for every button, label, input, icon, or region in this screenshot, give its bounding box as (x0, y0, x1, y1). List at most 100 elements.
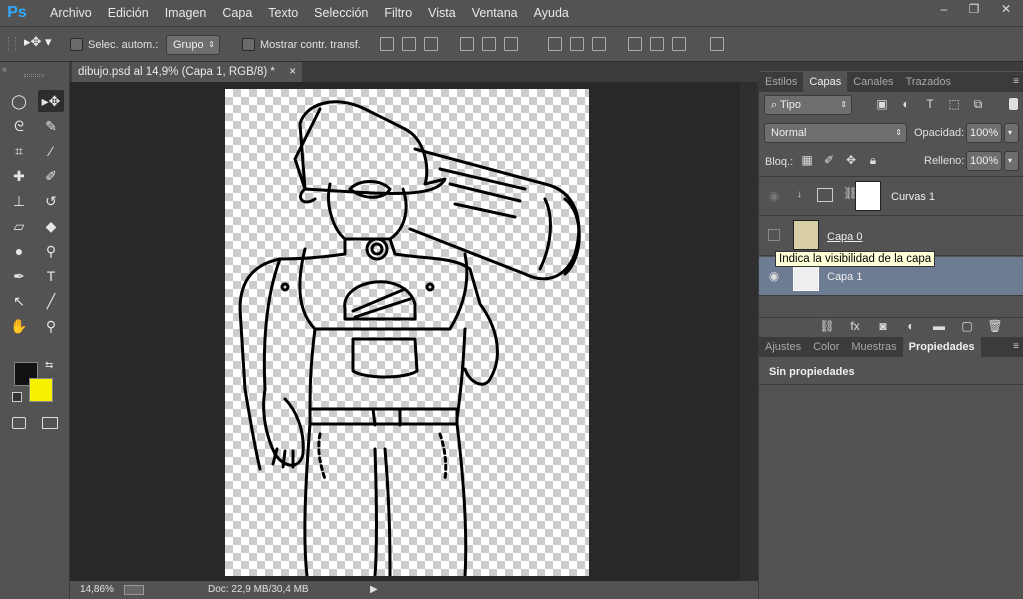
tab-canales[interactable]: Canales (847, 72, 899, 92)
tab-muestras[interactable]: Muestras (845, 337, 902, 357)
pen-tool-icon[interactable]: ✒ (6, 265, 32, 287)
blur-tool-icon[interactable]: ● (6, 240, 32, 262)
minimize-button[interactable]: – (929, 0, 959, 18)
menu-imagen[interactable]: Imagen (157, 0, 215, 26)
vertical-scrollbar[interactable] (740, 82, 758, 581)
clone-stamp-tool-icon[interactable]: ⊥ (6, 190, 32, 212)
filter-adjustment-icon[interactable]: ◐ (898, 97, 914, 112)
path-selection-tool-icon[interactable]: ↖ (6, 290, 32, 312)
status-menu-arrow-icon[interactable]: ▶ (370, 581, 378, 599)
align-vcenter-icon[interactable] (402, 37, 416, 51)
layer-row[interactable]: ◉ ↓ ⛓ Curvas 1 (759, 177, 1023, 216)
panel-menu-icon[interactable]: ≡ (1013, 341, 1019, 352)
show-transform-checkbox[interactable] (242, 38, 255, 51)
grip-handle[interactable] (8, 37, 16, 51)
new-layer-icon[interactable]: ▢ (959, 319, 975, 333)
lock-all-icon[interactable]: 🔒︎ (865, 153, 881, 168)
paint-bucket-tool-icon[interactable]: ◆ (38, 215, 64, 237)
collapse-arrows-icon[interactable]: « (2, 64, 7, 74)
marquee-tool-icon[interactable]: ◯ (6, 90, 32, 112)
move-tool-icon[interactable]: ▸✥ (38, 90, 64, 112)
align-top-icon[interactable] (380, 37, 394, 51)
menu-filtro[interactable]: Filtro (376, 0, 420, 26)
eraser-tool-icon[interactable]: ▱ (6, 215, 32, 237)
visibility-box-icon[interactable] (768, 229, 780, 241)
quick-mask-icon[interactable] (12, 417, 26, 429)
lock-position-icon[interactable]: ✥ (843, 153, 859, 168)
layer-name[interactable]: Capa 0 (827, 231, 862, 243)
filter-toggle-icon[interactable] (1009, 98, 1018, 110)
layer-name[interactable]: Curvas 1 (891, 191, 935, 203)
eyedropper-tool-icon[interactable]: ⁄ (38, 140, 64, 162)
move-tool-preset-icon[interactable]: ▸✥ ▾ (24, 34, 52, 50)
distribute-bottom-icon[interactable] (592, 37, 606, 51)
hand-tool-icon[interactable]: ✋ (6, 315, 32, 337)
distribute-left-icon[interactable] (628, 37, 642, 51)
crop-tool-icon[interactable]: ⌗ (6, 140, 32, 162)
lock-pixels-icon[interactable]: ✐ (821, 153, 837, 168)
menu-edicion[interactable]: Edición (100, 0, 157, 26)
tab-estilos[interactable]: Estilos (759, 72, 803, 92)
swap-colors-icon[interactable]: ⇆ (45, 360, 53, 371)
new-adjustment-icon[interactable]: ◐ (903, 319, 919, 333)
filter-pixel-icon[interactable]: ▣ (874, 97, 890, 112)
fill-dropdown-icon[interactable]: ▾ (1004, 151, 1019, 171)
align-left-icon[interactable] (460, 37, 474, 51)
close-window-button[interactable]: ✕ (989, 0, 1023, 18)
layer-name[interactable]: Capa 1 (827, 271, 862, 283)
filter-shape-icon[interactable]: ⬚ (946, 97, 962, 112)
tab-ajustes[interactable]: Ajustes (759, 337, 807, 357)
screen-mode-icon[interactable] (42, 417, 58, 429)
menu-seleccion[interactable]: Selección (306, 0, 376, 26)
brush-tool-icon[interactable]: ✐ (38, 165, 64, 187)
auto-select-checkbox[interactable] (70, 38, 83, 51)
new-group-folder-icon[interactable]: ▬ (931, 319, 947, 333)
dodge-tool-icon[interactable]: ⚲ (38, 240, 64, 262)
distribute-top-icon[interactable] (548, 37, 562, 51)
menu-capa[interactable]: Capa (214, 0, 260, 26)
add-mask-icon[interactable]: ◙ (875, 319, 891, 333)
auto-select-dropdown[interactable]: Grupo ⇕ (166, 35, 220, 55)
tab-capas[interactable]: Capas (803, 72, 848, 92)
fill-input[interactable]: 100% (966, 151, 1002, 171)
visibility-eye-icon[interactable]: ◉ (765, 187, 783, 205)
document-canvas[interactable] (225, 89, 589, 578)
visibility-eye-icon[interactable]: ◉ (765, 267, 783, 285)
menu-archivo[interactable]: Archivo (42, 0, 100, 26)
restore-button[interactable]: ❐ (959, 0, 989, 18)
zoom-level[interactable]: 14,86% (80, 581, 114, 599)
layer-thumbnail[interactable] (793, 220, 819, 250)
tab-color[interactable]: Color (807, 337, 845, 357)
align-bottom-icon[interactable] (424, 37, 438, 51)
align-right-icon[interactable] (504, 37, 518, 51)
auto-align-icon[interactable] (710, 37, 724, 51)
line-tool-icon[interactable]: ╱ (38, 290, 64, 312)
lasso-tool-icon[interactable]: ᘓ (6, 115, 32, 137)
distribute-hcenter-icon[interactable] (650, 37, 664, 51)
lock-transparency-icon[interactable]: ▦ (799, 153, 815, 168)
menu-vista[interactable]: Vista (420, 0, 464, 26)
filter-type-icon[interactable]: T (922, 97, 938, 112)
zoom-tool-icon[interactable]: ⚲ (38, 315, 64, 337)
align-hcenter-icon[interactable] (482, 37, 496, 51)
healing-brush-tool-icon[interactable]: ✚ (6, 165, 32, 187)
quick-selection-tool-icon[interactable]: ✎ (38, 115, 64, 137)
type-tool-icon[interactable]: T (38, 265, 64, 287)
layer-style-fx-icon[interactable]: fx (847, 319, 863, 333)
link-layers-icon[interactable]: ⛓ (819, 319, 835, 333)
grip-handle[interactable] (24, 74, 44, 77)
opacity-dropdown-icon[interactable]: ▾ (1004, 123, 1019, 143)
menu-ventana[interactable]: Ventana (464, 0, 526, 26)
close-document-icon[interactable]: × (289, 62, 296, 82)
tab-trazados[interactable]: Trazados (900, 72, 957, 92)
history-brush-tool-icon[interactable]: ↺ (38, 190, 64, 212)
background-color-swatch[interactable] (29, 378, 53, 402)
filter-smartobject-icon[interactable]: ⧉ (970, 97, 986, 112)
default-colors-icon[interactable] (12, 392, 22, 402)
opacity-input[interactable]: 100% (966, 123, 1002, 143)
distribute-right-icon[interactable] (672, 37, 686, 51)
menu-ayuda[interactable]: Ayuda (526, 0, 577, 26)
delete-layer-icon[interactable]: 🗑︎ (987, 319, 1003, 333)
tab-propiedades[interactable]: Propiedades (902, 337, 981, 357)
menu-texto[interactable]: Texto (260, 0, 306, 26)
